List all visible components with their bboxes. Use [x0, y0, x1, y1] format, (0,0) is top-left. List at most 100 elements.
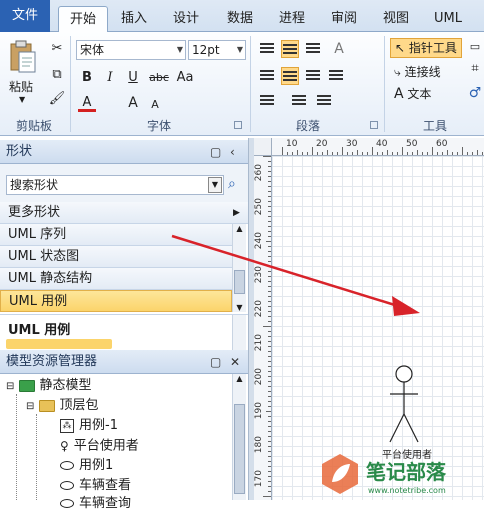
grow-font-button[interactable]: A: [124, 94, 142, 112]
more-shapes-item[interactable]: 更多形状 ▶: [0, 202, 248, 224]
bullets-button[interactable]: [258, 92, 276, 110]
paragraph-dialog-launcher-icon[interactable]: [370, 121, 378, 129]
font-color-button[interactable]: A: [78, 94, 96, 112]
ruler-tick: [407, 152, 408, 155]
collapse-icon[interactable]: ‹: [230, 140, 235, 164]
tab-process[interactable]: 进程: [272, 6, 312, 32]
tab-design[interactable]: 设计: [166, 6, 206, 32]
tree-item-vehicle-view[interactable]: 车辆查看: [60, 476, 131, 496]
align-center-button[interactable]: [281, 67, 299, 85]
ruler-tick: [268, 401, 271, 402]
font-dialog-launcher-icon[interactable]: [234, 121, 242, 129]
drawing-canvas[interactable]: 平台使用者: [272, 156, 484, 500]
align-top-button[interactable]: [258, 40, 276, 58]
line-icon[interactable]: ♂: [466, 84, 484, 102]
tab-uml[interactable]: UML: [428, 6, 468, 32]
decrease-indent-button[interactable]: [290, 92, 308, 110]
ruler-tick: [268, 181, 271, 182]
ruler-tick: [268, 171, 271, 172]
strikethrough-button[interactable]: abc: [147, 69, 171, 87]
underline-button[interactable]: U: [124, 69, 142, 87]
ruler-tick: [307, 152, 308, 155]
tab-view[interactable]: 视图: [376, 6, 416, 32]
pointer-tool-button[interactable]: ↖ 指针工具: [390, 38, 462, 58]
italic-button[interactable]: I: [101, 69, 119, 87]
cut-icon[interactable]: ✂: [48, 40, 66, 58]
connector-tool-button[interactable]: ⤷ 连接线: [390, 62, 462, 82]
chevron-down-icon: ▼: [236, 45, 243, 54]
ruler-tick: [268, 381, 271, 382]
tab-insert[interactable]: 插入: [114, 6, 154, 32]
align-left-button[interactable]: [258, 67, 276, 85]
align-middle-button[interactable]: [281, 40, 299, 58]
justify-button[interactable]: [327, 67, 345, 85]
ruler-tick: [268, 261, 271, 262]
font-group-label: 字体: [146, 119, 171, 133]
tree-item-vehicle-query[interactable]: 车辆查询: [60, 494, 131, 514]
stencil-item-uml-sequence[interactable]: UML 序列: [0, 224, 232, 246]
tab-data[interactable]: 数据: [220, 6, 260, 32]
close-icon[interactable]: ✕: [230, 350, 240, 374]
scroll-thumb[interactable]: [234, 270, 245, 294]
scroll-thumb[interactable]: [234, 404, 245, 494]
stencil-scrollbar[interactable]: ▲ ▼: [232, 224, 246, 312]
collapse-toggle-icon[interactable]: ⊟: [6, 381, 14, 392]
bold-button[interactable]: B: [78, 69, 96, 87]
ruler-tick: [268, 481, 271, 482]
tab-home[interactable]: 开始: [58, 6, 108, 33]
model-tree-scrollbar[interactable]: ▲: [232, 374, 246, 500]
tree-item-label: 静态模型: [39, 378, 92, 393]
tree-item-use-case-1[interactable]: 用例1: [60, 456, 113, 476]
stencil-item-uml-static-structure[interactable]: UML 静态结构: [0, 268, 232, 290]
ruler-tick: [268, 396, 271, 397]
ruler-tick: [268, 216, 271, 217]
align-bottom-button[interactable]: [304, 40, 322, 58]
copy-icon[interactable]: ⧉: [48, 66, 66, 84]
tree-item-label: 用例1: [79, 458, 114, 473]
align-right-button[interactable]: [304, 67, 322, 85]
tree-item-label: 用例-1: [79, 418, 118, 433]
rectangle-icon[interactable]: ▭: [466, 38, 484, 56]
stencil-item-uml-use-case[interactable]: UML 用例: [0, 290, 232, 312]
pane-restore-icon[interactable]: ▢: [210, 140, 221, 164]
stencil-section-scrollbar[interactable]: [232, 315, 246, 351]
ruler-tick: [268, 291, 271, 292]
search-shapes-input[interactable]: 搜索形状 ▼: [6, 175, 224, 195]
paste-button[interactable]: 粘贴 ▼: [6, 38, 40, 104]
format-painter-icon[interactable]: 🖌: [48, 90, 66, 108]
connection-point-icon[interactable]: ⌗: [466, 60, 484, 78]
font-name-value: 宋体: [80, 43, 105, 57]
font-name-dropdown[interactable]: 宋体 ▼: [76, 40, 186, 60]
tab-review[interactable]: 审阅: [324, 6, 364, 32]
search-icon[interactable]: ⌕: [228, 176, 236, 192]
ruler-tick: [268, 221, 271, 222]
tree-item-top-package[interactable]: ⊟ 顶层包: [26, 396, 99, 416]
text-direction-icon[interactable]: A: [330, 40, 348, 58]
tree-item-use-case-diagram[interactable]: ⁂ 用例-1: [60, 416, 118, 436]
scroll-up-icon: ▲: [236, 374, 243, 383]
font-size-dropdown[interactable]: 12pt ▼: [188, 40, 246, 60]
collapse-toggle-icon[interactable]: ⊟: [26, 401, 34, 412]
leaf-logo-icon: [322, 454, 358, 494]
tree-item-static-model[interactable]: ⊟ 静态模型: [6, 376, 92, 396]
ruler-tick: [268, 371, 271, 372]
stencil-item-uml-state[interactable]: UML 状态图: [0, 246, 232, 268]
change-case-button[interactable]: Aa: [173, 69, 197, 87]
pane-restore-icon[interactable]: ▢: [210, 350, 221, 374]
tree-item-actor[interactable]: ♀ 平台使用者: [60, 436, 139, 456]
tab-file[interactable]: 文件: [0, 0, 50, 32]
ruler-tick: [263, 496, 271, 497]
ruler-tick: [282, 147, 283, 155]
ruler-tick: [268, 311, 271, 312]
actor-shape[interactable]: [384, 364, 424, 444]
shrink-font-button[interactable]: A: [146, 96, 164, 114]
ruler-tick: [327, 150, 328, 155]
ruler-tick: [317, 152, 318, 155]
ruler-tick: [268, 166, 271, 167]
stencil-section: UML 用例: [0, 314, 248, 351]
ruler-tick: [268, 201, 271, 202]
align-top-icon: [260, 43, 274, 55]
ruler-tick: [437, 152, 438, 155]
increase-indent-button[interactable]: [315, 92, 333, 110]
text-tool-button[interactable]: A 文本: [390, 84, 462, 104]
